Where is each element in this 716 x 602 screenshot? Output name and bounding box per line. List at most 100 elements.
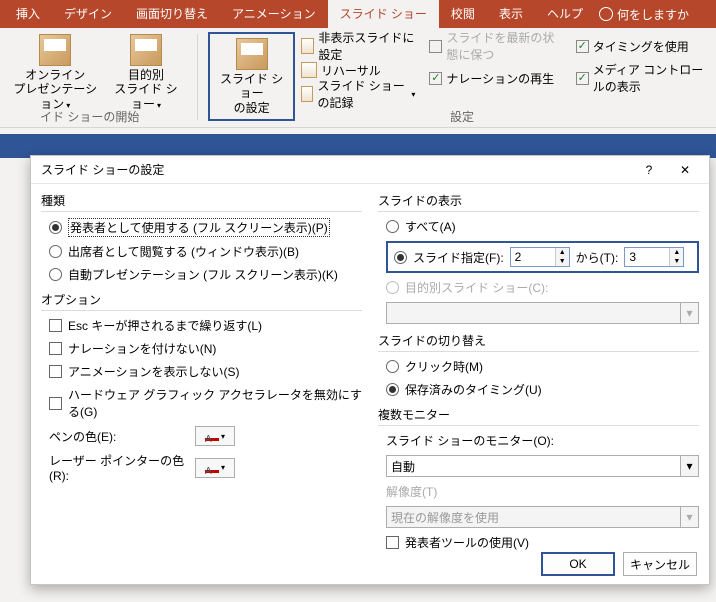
field-monitor: 複数モニター スライド ショーのモニター(O): 自動▾ 解像度(T) 現在の解… [378,406,699,551]
label: ナレーションを付けない(N) [68,340,216,357]
tab-animations[interactable]: アニメーション [220,0,328,28]
hide-slide-icon [301,38,314,54]
to-spin[interactable]: ▲▼ [624,247,684,267]
label: 保存済みのタイミング(U) [405,381,542,398]
label2: の設定 [234,101,270,115]
checkbox-icon [576,40,589,53]
close-button[interactable]: ✕ [667,159,703,181]
pen-color-button[interactable]: ▾ [195,426,235,446]
spin-up-icon[interactable]: ▲ [670,248,683,257]
chevron-down-icon: ▾ [680,303,698,323]
spin-down-icon[interactable]: ▼ [670,257,683,266]
custom-slideshow-button[interactable]: 目的別 スライド ショー▾ [104,32,187,113]
ok-button[interactable]: OK [541,552,615,576]
play-narration-check[interactable]: ナレーションの再生 [429,68,561,88]
tab-design[interactable]: デザイン [52,0,124,28]
keep-current-check: スライドを最新の状態に保つ [429,36,561,56]
to-label: から(T): [576,249,619,266]
radio-icon [386,281,399,294]
check-presenter-tools[interactable]: 発表者ツールの使用(V) [386,534,699,551]
setup-icon [236,38,268,70]
radio-saved-timing[interactable]: 保存済みのタイミング(U) [386,381,699,398]
radio-auto[interactable]: 自動プレゼンテーション (フル スクリーン表示)(K) [49,266,362,283]
checkbox-icon [576,72,589,85]
combo-text: 自動 [387,456,680,476]
divider [378,211,699,212]
check-no-anim[interactable]: アニメーションを表示しない(S) [49,363,362,380]
label: リハーサル [321,62,381,79]
field-options: オプション Esc キーが押されるまで繰り返す(L) ナレーションを付けない(N… [41,291,362,483]
label: 非表示スライドに設定 [318,29,415,63]
online-presentation-button[interactable]: オンライン プレゼンテーション▾ [6,32,104,113]
tab-view[interactable]: 表示 [487,0,535,28]
tab-help[interactable]: ヘルプ [535,0,595,28]
checkbox-icon [429,40,442,53]
tab-slideshow[interactable]: スライド ショー [328,0,439,28]
heading-monitor: 複数モニター [378,406,699,425]
radio-attendee[interactable]: 出席者として閲覧する (ウィンドウ表示)(B) [49,243,362,260]
resolution-combo: 現在の解像度を使用▾ [386,506,699,528]
hide-slide-button[interactable]: 非表示スライドに設定 [301,36,415,56]
checkbox-icon [49,365,62,378]
heading-show: スライドの表示 [378,192,699,211]
dialog-titlebar: スライド ショーの設定 ? ✕ [31,156,709,184]
cancel-button[interactable]: キャンセル [623,552,697,576]
chevron-down-icon: ▾ [221,463,225,472]
ribbon-tabs: 挿入 デザイン 画面切り替え アニメーション スライド ショー 校閲 表示 ヘル… [0,0,716,28]
chevron-down-icon[interactable]: ▾ [680,456,698,476]
pen-color-label: ペンの色(E): [49,428,189,445]
media-controls-check[interactable]: メディア コントロールの表示 [576,68,710,88]
help-button[interactable]: ? [631,159,667,181]
checkbox-icon [49,397,62,410]
from-input[interactable] [511,248,555,266]
spin-up-icon[interactable]: ▲ [556,248,569,257]
label: Esc キーが押されるまで繰り返す(L) [68,317,262,334]
from-spin[interactable]: ▲▼ [510,247,570,267]
tab-review[interactable]: 校閲 [439,0,487,28]
laser-swatch-icon [205,463,219,473]
radio-all[interactable]: すべて(A) [386,218,699,235]
laser-color-label: レーザー ポインターの色(R): [49,452,189,483]
heading-advance: スライドの切り替え [378,332,699,351]
radio-range[interactable] [394,251,407,264]
label: ハードウェア グラフィック アクセラレータを無効にする(G) [68,386,362,420]
settings-col-2: スライドを最新の状態に保つ ナレーションの再生 [429,32,561,88]
radio-click[interactable]: クリック時(M) [386,358,699,375]
setup-slideshow-button[interactable]: スライド ショー の設定 [208,32,295,121]
monitor-combo[interactable]: 自動▾ [386,455,699,477]
label: ナレーションの再生 [446,70,554,87]
setup-slideshow-dialog: スライド ショーの設定 ? ✕ 種類 発表者として使用する (フル スクリーン表… [30,155,710,585]
divider [41,211,362,212]
group-caption-settings: 設定 [450,108,474,125]
row-pen-color: ペンの色(E): ▾ [49,426,362,446]
tell-me-label: 何をしますか [617,6,689,23]
radio-icon [49,268,62,281]
field-kind: 種類 発表者として使用する (フル スクリーン表示)(P) 出席者として閲覧する… [41,192,362,283]
heading-options: オプション [41,291,362,310]
group-caption-start: イド ショーの開始 [40,108,139,125]
spin-down-icon[interactable]: ▼ [556,257,569,266]
label: 目的別 [128,68,164,82]
label: スライド ショーの記録 [317,77,409,111]
tab-transitions[interactable]: 画面切り替え [124,0,220,28]
right-column: スライドの表示 すべて(A) スライド指定(F): ▲▼ から(T): ▲▼ 目… [370,192,699,536]
dialog-buttons: OK キャンセル [541,552,697,576]
radio-presenter[interactable]: 発表者として使用する (フル スクリーン表示)(P) [49,218,362,237]
to-input[interactable] [625,248,669,266]
custom-show-combo: ▾ [386,302,699,324]
record-icon [301,86,313,102]
tab-insert[interactable]: 挿入 [4,0,52,28]
pen-swatch-icon [205,431,219,441]
record-button[interactable]: スライド ショーの記録▾ [301,84,415,104]
label: すべて(A) [405,218,456,235]
checkbox-icon [429,72,442,85]
laser-color-button[interactable]: ▾ [195,458,235,478]
check-no-hwaccel[interactable]: ハードウェア グラフィック アクセラレータを無効にする(G) [49,386,362,420]
use-timing-check[interactable]: タイミングを使用 [576,36,710,56]
tell-me[interactable]: 何をしますか [599,6,689,23]
check-no-narration[interactable]: ナレーションを付けない(N) [49,340,362,357]
chevron-down-icon: ▾ [680,507,698,527]
check-loop[interactable]: Esc キーが押されるまで繰り返す(L) [49,317,362,334]
label: メディア コントロールの表示 [593,61,710,95]
monitor-label: スライド ショーのモニター(O): [386,432,699,449]
